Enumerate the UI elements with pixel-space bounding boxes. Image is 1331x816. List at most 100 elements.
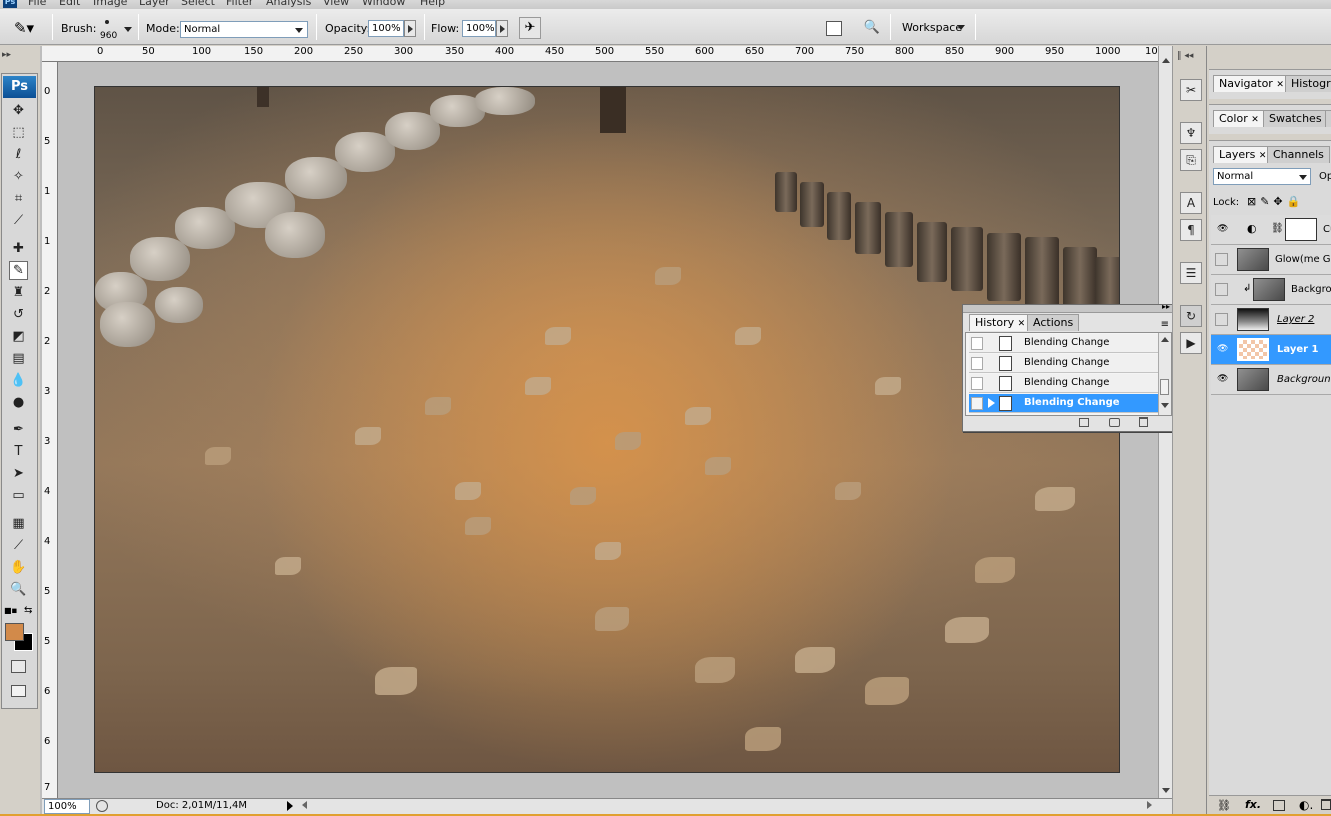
add-mask-icon[interactable] [1273, 800, 1285, 811]
brush-picker[interactable]: 960 [97, 17, 123, 45]
scroll-thumb[interactable] [1160, 379, 1169, 395]
scroll-down-icon[interactable] [1162, 788, 1170, 793]
history-panel-icon[interactable]: ↻ [1180, 305, 1202, 327]
close-icon[interactable]: ✕ [1018, 319, 1026, 329]
collapse-icon[interactable]: ▸▸ [1162, 302, 1170, 311]
tab-navigator[interactable]: Navigator ✕ [1213, 75, 1290, 92]
horizontal-ruler[interactable]: 0 50 100 150 200 250 300 350 400 450 500… [42, 46, 1160, 62]
gradient-tool-icon[interactable]: ▤ [9, 349, 28, 368]
history-state[interactable]: Blending Change [969, 334, 1160, 353]
flow-input[interactable]: 100% [462, 20, 496, 37]
menu-select[interactable]: Select [181, 0, 215, 8]
eyedropper-sample-icon[interactable]: ⟋ [9, 536, 28, 555]
menu-edit[interactable]: Edit [59, 0, 80, 8]
menu-filter[interactable]: Filter [226, 0, 253, 8]
vertical-ruler[interactable]: 0 5 1 1 2 2 3 3 4 4 5 5 6 6 7 [42, 62, 58, 798]
healing-brush-tool-icon[interactable]: ✚ [9, 239, 28, 258]
history-state-selected[interactable]: Blending Change [969, 394, 1160, 413]
zoom-field[interactable]: 100% [44, 799, 90, 814]
eyedropper-tool-icon[interactable]: ⟋ [9, 211, 28, 230]
group-folder-icon[interactable] [1321, 799, 1331, 810]
default-colors-icon[interactable]: ■◾ [4, 606, 17, 615]
pen-tool-icon[interactable]: ✒ [9, 420, 28, 439]
workspace-label[interactable]: Workspace [902, 21, 962, 34]
scroll-down-icon[interactable] [1161, 403, 1169, 408]
tab-swatches[interactable]: Swatches [1263, 110, 1328, 127]
flow-slider-button[interactable] [496, 20, 508, 37]
type-tool-icon[interactable]: T [9, 442, 28, 461]
layer-row[interactable]: Layer 2 [1211, 305, 1331, 335]
blend-mode-select[interactable]: Normal [1213, 168, 1311, 185]
panel-titlebar[interactable]: ▸▸ [963, 302, 1173, 313]
scroll-up-icon[interactable] [1162, 58, 1170, 63]
menu-help[interactable]: Help [420, 0, 445, 8]
history-snapshot-checkbox[interactable] [971, 357, 983, 370]
notes-tool-icon[interactable]: ▦ [9, 514, 28, 533]
character-panel-icon[interactable]: A [1180, 192, 1202, 214]
menu-image[interactable]: Image [93, 0, 127, 8]
info-panel-icon[interactable]: ☰ [1180, 262, 1202, 284]
lasso-tool-icon[interactable]: ℓ [9, 145, 28, 164]
tab-channels[interactable]: Channels [1267, 146, 1330, 163]
visibility-eye-icon[interactable]: 👁 [1217, 344, 1228, 354]
layer-row[interactable]: ↲ Backgrou [1211, 275, 1331, 305]
history-snapshot-checkbox[interactable] [971, 397, 983, 410]
history-state[interactable]: Blending Change [969, 374, 1160, 393]
brush-tool-icon[interactable]: ✎ [9, 261, 28, 280]
menu-file[interactable]: File [28, 0, 46, 8]
visibility-eye-icon[interactable]: 👁 [1217, 224, 1228, 234]
lock-options-icon[interactable]: ⊠✎✥🔒 [1247, 195, 1304, 208]
workspace-chevron-icon[interactable] [957, 25, 965, 30]
history-snapshot-checkbox[interactable] [971, 337, 983, 350]
scroll-left-icon[interactable] [302, 801, 307, 809]
opacity-slider-button[interactable] [404, 20, 416, 37]
clone-stamp-tool-icon[interactable]: ♜ [9, 283, 28, 302]
history-snapshot-checkbox[interactable] [971, 377, 983, 390]
close-icon[interactable]: ✕ [1259, 151, 1267, 161]
scroll-up-icon[interactable] [1161, 337, 1169, 342]
visibility-eye-icon[interactable]: 👁 [1217, 374, 1228, 384]
tab-styles[interactable]: S [1325, 110, 1331, 127]
close-icon[interactable]: ✕ [1251, 115, 1259, 125]
close-icon[interactable]: ✕ [1276, 80, 1284, 90]
crop-tool-icon[interactable]: ⌗ [9, 189, 28, 208]
panel-menu-icon[interactable]: ≡ [1161, 319, 1169, 330]
dodge-tool-icon[interactable]: ● [9, 393, 28, 412]
fx-icon[interactable]: fx. [1245, 798, 1261, 811]
visibility-toggle-empty[interactable] [1215, 283, 1228, 296]
quick-mask-icon[interactable] [11, 660, 26, 673]
tab-history[interactable]: History ✕ [969, 314, 1032, 331]
shape-tool-icon[interactable]: ▭ [9, 486, 28, 505]
history-state[interactable]: Blending Change [969, 354, 1160, 373]
collapse-icon[interactable]: ▸▸ [2, 50, 11, 60]
screen-mode-icon[interactable] [11, 685, 26, 697]
tab-layers[interactable]: Layers ✕ [1213, 146, 1273, 163]
actions-panel-icon[interactable]: ▶ [1180, 332, 1202, 354]
layer-row-selected[interactable]: 👁 Layer 1 [1211, 335, 1331, 365]
scroll-right-icon[interactable] [1147, 801, 1152, 809]
bridge-icon[interactable]: 🔍 [860, 18, 884, 38]
layer-row[interactable]: 👁 Background [1211, 365, 1331, 395]
link-layers-icon[interactable]: ⛓ [1217, 799, 1231, 812]
tab-actions[interactable]: Actions [1027, 314, 1080, 331]
status-info-icon[interactable] [96, 800, 108, 812]
hand-tool-icon[interactable]: ✋ [9, 558, 28, 577]
collapse-icon[interactable]: ‖ ◂◂ [1177, 51, 1193, 61]
menu-window[interactable]: Window [362, 0, 405, 8]
status-menu-icon[interactable] [287, 801, 293, 811]
swap-colors-icon[interactable]: ⇆ [24, 605, 32, 616]
layer-row[interactable]: 👁 ◐ ⛓ Cu [1211, 215, 1331, 245]
tool-presets-panel-icon[interactable]: ✂ [1180, 79, 1202, 101]
tool-presets-icon[interactable] [826, 21, 842, 36]
quick-select-tool-icon[interactable]: ✧ [9, 167, 28, 186]
menu-analysis[interactable]: Analysis [266, 0, 311, 8]
airbrush-icon[interactable]: ✈ [519, 17, 541, 39]
path-select-tool-icon[interactable]: ➤ [9, 464, 28, 483]
move-tool-icon[interactable]: ✥ [9, 101, 28, 120]
marquee-tool-icon[interactable]: ⬚ [9, 123, 28, 142]
brushes-panel-icon[interactable]: ♆ [1180, 122, 1202, 144]
tab-color[interactable]: Color ✕ [1213, 110, 1265, 127]
clone-source-panel-icon[interactable]: ⎘ [1180, 149, 1202, 171]
opacity-input[interactable]: 100% [368, 20, 404, 37]
eraser-tool-icon[interactable]: ◩ [9, 327, 28, 346]
